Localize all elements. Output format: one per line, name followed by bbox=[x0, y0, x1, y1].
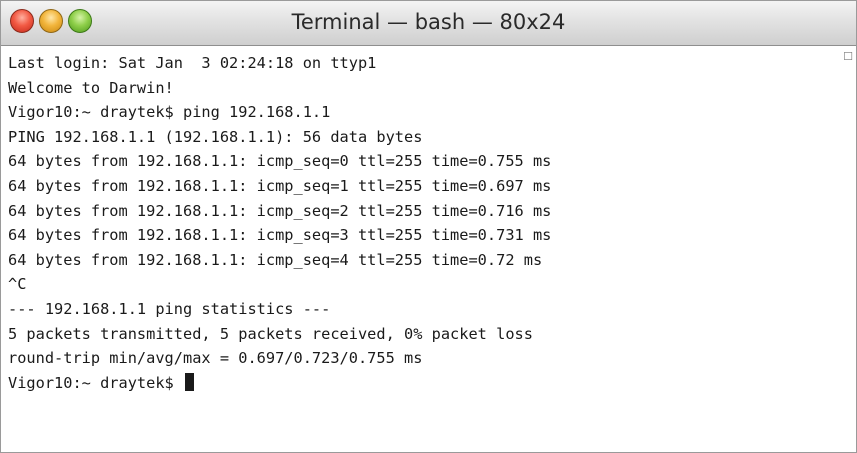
terminal-line: Welcome to Darwin! bbox=[8, 78, 174, 97]
terminal-line: --- 192.168.1.1 ping statistics --- bbox=[8, 299, 331, 318]
terminal-line: 64 bytes from 192.168.1.1: icmp_seq=0 tt… bbox=[8, 152, 552, 171]
text-cursor bbox=[184, 372, 194, 391]
prompt-line[interactable]: Vigor10:~ draytek$ bbox=[8, 371, 838, 396]
terminal-line: 64 bytes from 192.168.1.1: icmp_seq=1 tt… bbox=[8, 176, 552, 195]
terminal-line: 64 bytes from 192.168.1.1: icmp_seq=2 tt… bbox=[8, 201, 552, 220]
terminal-line: round-trip min/avg/max = 0.697/0.723/0.7… bbox=[8, 349, 423, 368]
terminal-window: Terminal — bash — 80x24 ☐ Last login: Sa… bbox=[0, 0, 857, 453]
resize-marker-icon[interactable]: ☐ bbox=[842, 51, 854, 63]
window-title: Terminal — bash — 80x24 bbox=[291, 10, 566, 34]
terminal-line: 5 packets transmitted, 5 packets receive… bbox=[8, 324, 533, 343]
terminal-output[interactable]: Last login: Sat Jan 3 02:24:18 on ttyp1 … bbox=[8, 51, 838, 446]
terminal-line: 64 bytes from 192.168.1.1: icmp_seq=3 tt… bbox=[8, 226, 552, 245]
terminal-line: 64 bytes from 192.168.1.1: icmp_seq=4 tt… bbox=[8, 250, 543, 269]
title-bar[interactable]: Terminal — bash — 80x24 bbox=[1, 1, 856, 46]
terminal-line: ^C bbox=[8, 275, 27, 294]
terminal-line: Vigor10:~ draytek$ ping 192.168.1.1 bbox=[8, 103, 331, 122]
terminal-line: Last login: Sat Jan 3 02:24:18 on ttyp1 bbox=[8, 54, 377, 72]
terminal-line: PING 192.168.1.1 (192.168.1.1): 56 data … bbox=[8, 127, 423, 146]
shell-prompt: Vigor10:~ draytek$ bbox=[8, 373, 183, 392]
